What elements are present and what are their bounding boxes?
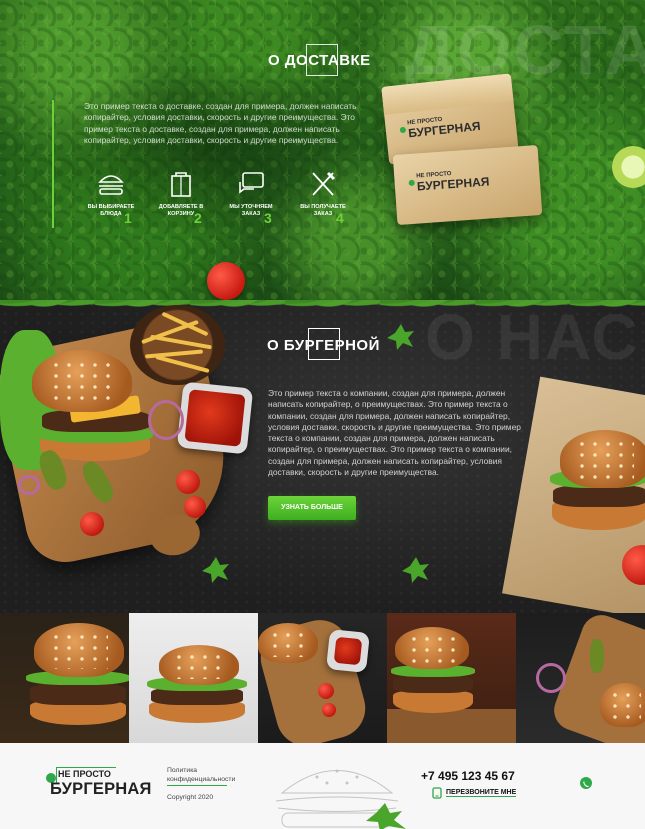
step-number: 1 (124, 210, 132, 226)
footer-logo[interactable]: НЕ ПРОСТО БУРГЕРНАЯ (46, 767, 156, 805)
onion (536, 663, 566, 693)
delivery-background-word: ДОСТА (405, 11, 645, 89)
burger-box-bottom: НЕ ПРОСТО БУРГЕРНАЯ (392, 145, 543, 225)
bun-bottom (393, 691, 473, 713)
cherry-tomato (176, 470, 200, 494)
wood-board (387, 709, 516, 743)
parsley-icon (387, 324, 414, 350)
step-label: ВЫ ВЫБИРАЕТЕ БЛЮДА (87, 204, 135, 217)
cherry-tomato (322, 703, 336, 717)
delivery-text: Это пример текста о доставке, создан для… (84, 101, 357, 145)
step-label: ДОБАВЛЯЕТЕ В КОРЗИНУ (158, 204, 204, 217)
burger-icon (98, 175, 124, 195)
parsley-icon (366, 803, 406, 829)
burger-bun (34, 623, 124, 677)
gallery-photo[interactable] (129, 613, 258, 743)
cutlery-icon (312, 171, 336, 196)
step-number: 3 (264, 210, 272, 226)
box-logo: НЕ ПРОСТО БУРГЕРНАЯ (416, 168, 490, 193)
gallery-photo[interactable] (258, 613, 387, 743)
photo-gallery (0, 613, 645, 743)
delivery-steps: ВЫ ВЫБИРАЕТЕ БЛЮДА 1 ДОБАВЛЯЕТЕ В КОРЗИН… (80, 170, 380, 230)
phone-icon (432, 787, 442, 799)
gallery-photo[interactable] (516, 613, 645, 743)
phone-number[interactable]: +7 495 123 45 67 (421, 769, 515, 783)
gallery-photo[interactable] (0, 613, 129, 743)
delivery-section: ДОСТА О ДОСТАВКЕ Это пример текста о дос… (0, 0, 645, 300)
burger-bun (32, 350, 132, 412)
cherry-tomato (80, 512, 104, 536)
parsley-icon (402, 557, 429, 583)
logo-small-text: НЕ ПРОСТО (58, 769, 111, 779)
cherry-tomato (184, 496, 206, 518)
learn-more-button[interactable]: УЗНАТЬ БОЛЬШЕ (268, 496, 356, 520)
whatsapp-icon[interactable] (580, 777, 592, 789)
step-confirm: МЫ УТОЧНЯЕМ ЗАКАЗ 3 (220, 170, 290, 230)
patty (393, 675, 473, 693)
callback-link[interactable]: ПЕРЕЗВОНИТЕ МНЕ (432, 787, 517, 799)
delivery-title: О ДОСТАВКЕ (268, 52, 371, 69)
box-logo-dot (399, 126, 407, 134)
patty (553, 485, 645, 507)
step-label: ВЫ ПОЛУЧАЕТЕ ЗАКАЗ (300, 204, 346, 217)
burger-bun (600, 683, 645, 727)
step-number: 2 (194, 210, 202, 226)
step-choose: ВЫ ВЫБИРАЕТЕ БЛЮДА 1 (80, 170, 150, 230)
callback-label: ПЕРЕЗВОНИТЕ МНЕ (446, 789, 517, 797)
bag-icon (171, 172, 191, 197)
step-receive: ВЫ ПОЛУЧАЕТЕ ЗАКАЗ 4 (292, 170, 362, 230)
box-logo: НЕ ПРОСТО БУРГЕРНАЯ (407, 113, 481, 141)
whatsapp-glyph (583, 781, 589, 788)
onion (18, 475, 40, 495)
cherry-tomato (318, 683, 334, 699)
link-underline (167, 785, 227, 786)
about-text: Это пример текста о компании, создан для… (268, 388, 521, 478)
accent-line (52, 100, 54, 228)
ketchup-dish (176, 381, 254, 455)
copyright: Copyright 2020 (167, 794, 214, 801)
about-section: О НАС О БУРГЕРНОЙ Это пример текста о ко… (0, 300, 645, 613)
step-label: МЫ УТОЧНЯЕМ ЗАКАЗ (229, 204, 273, 217)
burger-bun (560, 430, 645, 488)
about-title: О БУРГЕРНОЙ (267, 337, 380, 354)
burger-bun (258, 623, 318, 663)
step-number: 4 (336, 210, 344, 226)
ketchup-dish (326, 629, 370, 673)
about-background-word: О НАС (425, 301, 640, 373)
burger-bun (395, 627, 469, 669)
burger-bun (159, 645, 239, 685)
tomato (207, 262, 245, 300)
parsley-icon (202, 557, 229, 583)
step-add-cart: ДОБАВЛЯЕТЕ В КОРЗИНУ 2 (150, 170, 220, 230)
footer: НЕ ПРОСТО БУРГЕРНАЯ Политика конфиденциа… (0, 743, 645, 829)
privacy-policy-link[interactable]: Политика конфиденциальности (167, 766, 257, 784)
box-logo-dot (408, 179, 415, 187)
gallery-photo[interactable] (387, 613, 516, 743)
logo-big-text: БУРГЕРНАЯ (50, 780, 152, 798)
onion (148, 400, 184, 440)
chat-icon (239, 172, 264, 194)
pickle (590, 639, 604, 673)
patty (30, 683, 126, 705)
